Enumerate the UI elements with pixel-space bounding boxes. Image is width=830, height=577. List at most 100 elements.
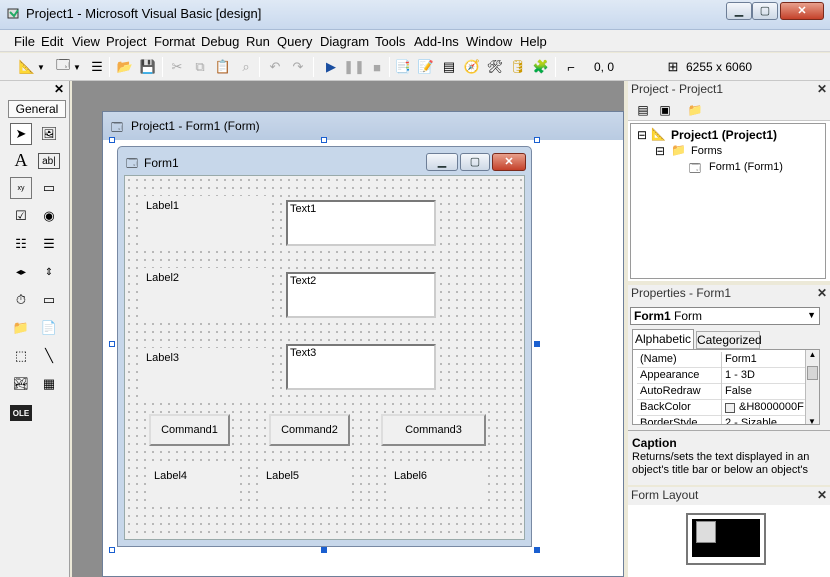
- menu-run[interactable]: Run: [246, 34, 270, 49]
- minimize-button[interactable]: ▁: [726, 2, 752, 20]
- project-explorer-icon[interactable]: 📑: [394, 58, 412, 76]
- undo-icon[interactable]: ↶: [266, 58, 284, 76]
- menu-view[interactable]: View: [72, 34, 100, 49]
- scroll-up-icon[interactable]: ▲: [806, 350, 819, 359]
- resize-handle[interactable]: [109, 341, 115, 347]
- cut-icon[interactable]: ✂: [168, 58, 186, 76]
- close-icon[interactable]: ✕: [52, 83, 66, 97]
- save-project-icon[interactable]: 💾: [139, 58, 157, 76]
- chevron-down-icon[interactable]: ▼: [807, 310, 816, 320]
- resize-handle[interactable]: [109, 547, 115, 553]
- resize-handle[interactable]: [109, 137, 115, 143]
- menu-debug[interactable]: Debug: [201, 34, 239, 49]
- find-icon[interactable]: ⌕: [237, 58, 255, 76]
- add-project-icon[interactable]: 📐: [18, 58, 36, 76]
- dirlistbox-tool-icon[interactable]: 📁: [10, 317, 32, 339]
- dropdown-arrow-icon[interactable]: ▼: [36, 58, 46, 76]
- menu-query[interactable]: Query: [277, 34, 312, 49]
- object-selector[interactable]: Form1 Form ▼: [630, 307, 820, 325]
- redo-icon[interactable]: ↷: [289, 58, 307, 76]
- property-row[interactable]: (Name) Form1: [637, 352, 817, 368]
- maximize-button[interactable]: ▢: [752, 2, 778, 20]
- filelistbox-tool-icon[interactable]: 📄: [38, 317, 60, 339]
- frame-tool-icon[interactable]: xy: [10, 177, 32, 199]
- paste-icon[interactable]: 📋: [214, 58, 232, 76]
- commandbutton-tool-icon[interactable]: ▭: [38, 177, 60, 199]
- form1-window[interactable]: 🗔 Form1 ▁ ▢ ✕ Label1 Text1 Label2 Text2 …: [117, 146, 532, 547]
- tree-forms-folder[interactable]: Forms: [691, 145, 722, 157]
- tree-project-root[interactable]: Project1 (Project1): [671, 128, 777, 142]
- scroll-thumb[interactable]: [807, 366, 818, 380]
- ole-tool-icon[interactable]: OLE: [10, 405, 32, 421]
- resize-handle[interactable]: [534, 137, 540, 143]
- end-icon[interactable]: ■: [368, 58, 386, 76]
- pointer-icon[interactable]: ➤: [10, 123, 32, 145]
- text2[interactable]: Text2: [286, 272, 436, 318]
- menu-edit[interactable]: Edit: [41, 34, 63, 49]
- tab-categorized[interactable]: Categorized: [696, 331, 762, 349]
- label4[interactable]: Label4: [149, 466, 239, 502]
- menu-window[interactable]: Window: [466, 34, 512, 49]
- timer-tool-icon[interactable]: ⏱: [10, 289, 32, 311]
- property-row[interactable]: AutoRedraw False: [637, 384, 817, 400]
- hscrollbar-tool-icon[interactable]: ◂▸: [10, 261, 32, 283]
- menu-addins[interactable]: Add-Ins: [414, 34, 459, 49]
- picturebox-icon[interactable]: 🖼: [38, 123, 60, 145]
- close-icon[interactable]: ✕: [817, 82, 827, 96]
- drivelistbox-tool-icon[interactable]: ▭: [38, 289, 60, 311]
- close-icon[interactable]: ✕: [817, 286, 827, 300]
- property-row[interactable]: BorderStyle 2 - Sizable: [637, 416, 817, 424]
- textbox-tool-icon[interactable]: ab|: [38, 153, 60, 169]
- form-close-button[interactable]: ✕: [492, 153, 526, 171]
- resize-handle[interactable]: [534, 341, 540, 347]
- label1[interactable]: Label1: [141, 196, 271, 246]
- optionbutton-tool-icon[interactable]: ◉: [38, 205, 60, 227]
- text3[interactable]: Text3: [286, 344, 436, 390]
- vscrollbar-tool-icon[interactable]: ⇕: [38, 261, 60, 283]
- menu-tools[interactable]: Tools: [375, 34, 405, 49]
- line-tool-icon[interactable]: ╲: [38, 345, 60, 367]
- start-icon[interactable]: ▶: [322, 58, 340, 76]
- tree-toggle-icon[interactable]: ⊟: [655, 144, 665, 158]
- tree-toggle-icon[interactable]: ⊟: [637, 128, 647, 142]
- property-row[interactable]: Appearance 1 - 3D: [637, 368, 817, 384]
- label3[interactable]: Label3: [141, 348, 271, 398]
- form-minimize-button[interactable]: ▁: [426, 153, 458, 171]
- label2[interactable]: Label2: [141, 268, 271, 318]
- form-maximize-button[interactable]: ▢: [460, 153, 490, 171]
- properties-window-icon[interactable]: 📝: [417, 58, 435, 76]
- command3-button[interactable]: Command3: [381, 414, 486, 446]
- tree-form1-item[interactable]: Form1 (Form1): [709, 161, 783, 173]
- toolbox-icon[interactable]: 🛠: [486, 58, 504, 76]
- resize-handle[interactable]: [321, 547, 327, 553]
- label5[interactable]: Label5: [261, 466, 351, 502]
- text1[interactable]: Text1: [286, 200, 436, 246]
- scrollbar[interactable]: ▲ ▼: [805, 350, 819, 424]
- menu-format[interactable]: Format: [154, 34, 195, 49]
- component-manager-icon[interactable]: 🧩: [532, 58, 550, 76]
- form-client-area[interactable]: Label1 Text1 Label2 Text2 Label3 Text3 C…: [124, 175, 525, 540]
- close-button[interactable]: ✕: [780, 2, 824, 20]
- object-browser-icon[interactable]: 🧭: [463, 58, 481, 76]
- command1-button[interactable]: Command1: [149, 414, 230, 446]
- shape-tool-icon[interactable]: ⬚: [10, 345, 32, 367]
- label6[interactable]: Label6: [389, 466, 485, 502]
- form-layout-icon[interactable]: ▤: [440, 58, 458, 76]
- menu-editor-icon[interactable]: ☰: [88, 58, 106, 76]
- label-tool-icon[interactable]: A: [10, 149, 32, 171]
- checkbox-tool-icon[interactable]: ☑: [10, 205, 32, 227]
- add-form-icon[interactable]: 🗔: [54, 57, 72, 76]
- data-view-icon[interactable]: 🛢: [509, 58, 527, 76]
- data-tool-icon[interactable]: ▦: [38, 373, 60, 395]
- toolbox-tab-general[interactable]: General: [8, 100, 66, 118]
- view-code-icon[interactable]: ▤: [634, 101, 652, 119]
- command2-button[interactable]: Command2: [269, 414, 350, 446]
- open-project-icon[interactable]: 📂: [116, 58, 134, 76]
- toggle-folders-icon[interactable]: 📁: [686, 101, 704, 119]
- resize-handle[interactable]: [321, 137, 327, 143]
- property-row[interactable]: BackColor &H8000000F: [637, 400, 817, 416]
- image-tool-icon[interactable]: 🏞: [10, 373, 32, 395]
- menu-help[interactable]: Help: [520, 34, 547, 49]
- copy-icon[interactable]: ⧉: [191, 58, 209, 76]
- break-icon[interactable]: ❚❚: [343, 58, 365, 76]
